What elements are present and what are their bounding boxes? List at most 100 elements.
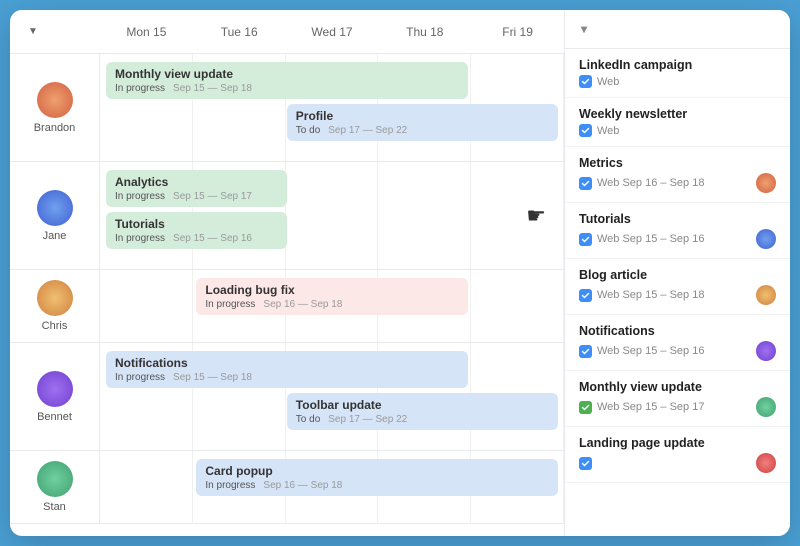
todo-item-title: Tutorials <box>579 212 776 226</box>
todo-avatar <box>756 397 776 417</box>
todo-avatar <box>756 453 776 473</box>
todo-avatar <box>756 285 776 305</box>
todo-item[interactable]: Notifications Web Sep 15 – Sep 16 <box>565 315 790 371</box>
task-bar[interactable]: Analytics In progress Sep 15 — Sep 17 <box>106 170 287 207</box>
todo-checkbox[interactable] <box>579 401 592 414</box>
day-col-header: Fri 19 <box>471 25 564 39</box>
task-title: Profile <box>296 109 549 123</box>
avatar <box>37 461 73 497</box>
todo-checkbox[interactable] <box>579 345 592 358</box>
todo-checkbox[interactable] <box>579 75 592 88</box>
task-bar[interactable]: Monthly view update In progress Sep 15 —… <box>106 62 468 99</box>
todo-item[interactable]: Metrics Web Sep 16 – Sep 18 <box>565 147 790 203</box>
task-status: In progress <box>115 372 165 383</box>
task-title: Toolbar update <box>296 398 549 412</box>
todo-checkbox[interactable] <box>579 457 592 470</box>
user-cell: Stan <box>10 451 100 523</box>
task-meta: To do Sep 17 — Sep 22 <box>296 414 549 425</box>
todo-item-meta: Web Sep 15 – Sep 16 <box>579 341 776 361</box>
day-col-header: Thu 18 <box>378 25 471 39</box>
task-bar[interactable]: Tutorials In progress Sep 15 — Sep 16 <box>106 212 287 249</box>
day-line <box>286 162 379 269</box>
todo-item-meta: Web <box>579 75 776 88</box>
task-status: In progress <box>205 299 255 310</box>
task-meta: In progress Sep 15 — Sep 17 <box>115 191 278 202</box>
todo-item-meta-text: Web <box>597 125 619 137</box>
day-col-header: Wed 17 <box>286 25 379 39</box>
todo-collapse-icon[interactable]: ▾ <box>581 22 587 36</box>
user-row: Stan Card popup In progress Sep 16 — Sep… <box>10 451 564 524</box>
tasks-area: Monthly view update In progress Sep 15 —… <box>100 54 564 161</box>
task-dates: Sep 16 — Sep 18 <box>263 299 342 310</box>
todo-item-meta-text: Web Sep 15 – Sep 16 <box>597 233 704 245</box>
task-title: Card popup <box>205 464 549 478</box>
task-bar[interactable]: Card popup In progress Sep 16 — Sep 18 <box>196 459 558 496</box>
todo-item[interactable]: Tutorials Web Sep 15 – Sep 16 <box>565 203 790 259</box>
todo-item-meta: Web <box>579 124 776 137</box>
todo-checkbox[interactable] <box>579 233 592 246</box>
tasks-area: Notifications In progress Sep 15 — Sep 1… <box>100 343 564 450</box>
task-bar[interactable]: Notifications In progress Sep 15 — Sep 1… <box>106 351 468 388</box>
day-line <box>100 270 193 342</box>
todo-item[interactable]: Weekly newsletter Web <box>565 98 790 147</box>
todo-item[interactable]: Blog article Web Sep 15 – Sep 18 <box>565 259 790 315</box>
task-title: Loading bug fix <box>205 283 458 297</box>
tasks-area: Card popup In progress Sep 16 — Sep 18 <box>100 451 564 523</box>
todo-item-title: Blog article <box>579 268 776 282</box>
task-bar[interactable]: Toolbar update To do Sep 17 — Sep 22 <box>287 393 558 430</box>
todo-checkbox[interactable] <box>579 124 592 137</box>
task-title: Monthly view update <box>115 67 459 81</box>
task-dates: Sep 15 — Sep 17 <box>173 191 252 202</box>
todo-item[interactable]: Landing page update <box>565 427 790 483</box>
todo-item-meta-text: Web <box>597 76 619 88</box>
task-status: In progress <box>115 83 165 94</box>
calendar-panel: ▼ Mon 15Tue 16Wed 17Thu 18Fri 19 Brandon… <box>10 10 565 536</box>
calendar-body: Brandon Monthly view update In progress … <box>10 54 564 536</box>
user-name: Jane <box>43 230 67 242</box>
day-line <box>471 270 564 342</box>
todo-item-meta-text: Web Sep 16 – Sep 18 <box>597 177 704 189</box>
task-meta: In progress Sep 16 — Sep 18 <box>205 299 458 310</box>
avatar <box>37 82 73 118</box>
todo-checkbox[interactable] <box>579 289 592 302</box>
day-line <box>378 162 471 269</box>
todo-item-meta: Web Sep 15 – Sep 18 <box>579 285 776 305</box>
todo-item-title: Weekly newsletter <box>579 107 776 121</box>
day-line <box>471 162 564 269</box>
calendar-header: ▼ Mon 15Tue 16Wed 17Thu 18Fri 19 <box>10 10 564 54</box>
task-dates: Sep 15 — Sep 18 <box>173 83 252 94</box>
todo-avatar <box>756 173 776 193</box>
todo-avatar <box>756 229 776 249</box>
tasks-area: Loading bug fix In progress Sep 16 — Sep… <box>100 270 564 342</box>
day-headers: Mon 15Tue 16Wed 17Thu 18Fri 19 <box>100 25 564 39</box>
todo-list: LinkedIn campaign Web Weekly newsletter … <box>565 49 790 536</box>
user-row: Bennet Notifications In progress Sep 15 … <box>10 343 564 451</box>
task-status: To do <box>296 125 320 136</box>
user-name: Chris <box>42 320 68 332</box>
task-bar[interactable]: Profile To do Sep 17 — Sep 22 <box>287 104 558 141</box>
todo-item-title: Landing page update <box>579 436 776 450</box>
avatar <box>37 280 73 316</box>
user-cell: Jane <box>10 162 100 269</box>
task-meta: In progress Sep 16 — Sep 18 <box>205 480 549 491</box>
task-bar[interactable]: Loading bug fix In progress Sep 16 — Sep… <box>196 278 467 315</box>
user-name: Brandon <box>34 122 76 134</box>
todo-item-meta <box>579 453 776 473</box>
todo-item[interactable]: Monthly view update Web Sep 15 – Sep 17 <box>565 371 790 427</box>
user-row: Jane Analytics In progress Sep 15 — Sep … <box>10 162 564 270</box>
tasks-area: Analytics In progress Sep 15 — Sep 17 Tu… <box>100 162 564 269</box>
task-meta: In progress Sep 15 — Sep 18 <box>115 372 459 383</box>
day-line <box>100 451 193 523</box>
users-selector[interactable]: ▼ <box>24 26 84 37</box>
avatar <box>37 190 73 226</box>
todo-checkbox[interactable] <box>579 177 592 190</box>
todo-item[interactable]: LinkedIn campaign Web <box>565 49 790 98</box>
todo-item-title: Metrics <box>579 156 776 170</box>
todo-avatar <box>756 341 776 361</box>
user-cell: Bennet <box>10 343 100 450</box>
todo-item-meta-text: Web Sep 15 – Sep 17 <box>597 401 704 413</box>
todo-item-meta: Web Sep 15 – Sep 17 <box>579 397 776 417</box>
todo-item-meta-text: Web Sep 15 – Sep 18 <box>597 289 704 301</box>
task-title: Tutorials <box>115 217 278 231</box>
task-title: Analytics <box>115 175 278 189</box>
